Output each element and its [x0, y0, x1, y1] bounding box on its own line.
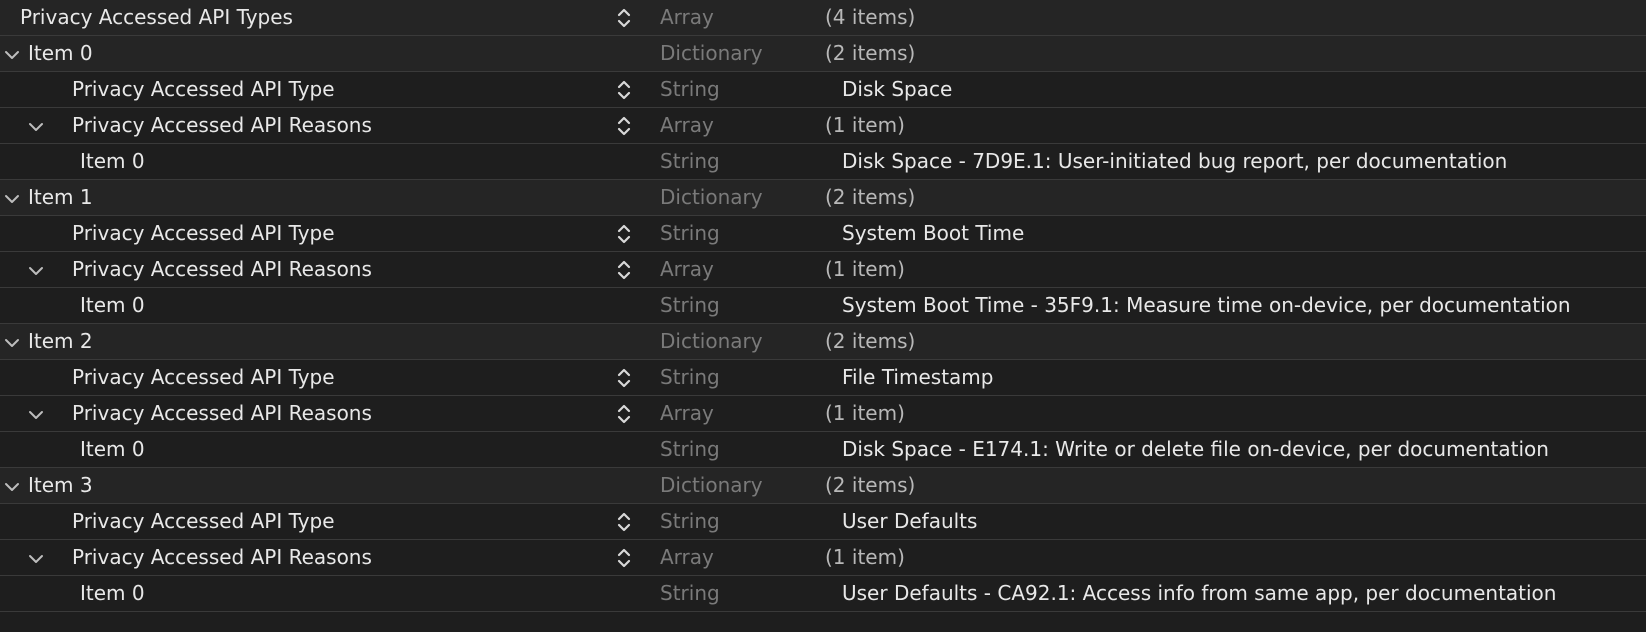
- row-key: Privacy Accessed API Types: [20, 5, 293, 29]
- row-key: Item 0: [28, 41, 93, 65]
- plist-row-api-type[interactable]: Privacy Accessed API Type String Disk Sp…: [0, 72, 1646, 108]
- type-stepper-icon[interactable]: [614, 78, 634, 102]
- row-value: (2 items): [825, 473, 916, 497]
- row-value: (4 items): [825, 5, 916, 29]
- row-key: Privacy Accessed API Type: [72, 365, 335, 389]
- plist-row-root[interactable]: Privacy Accessed API Types Array (4 item…: [0, 0, 1646, 36]
- type-stepper-icon[interactable]: [614, 258, 634, 282]
- chevron-down-icon[interactable]: [28, 551, 44, 567]
- plist-row-reason-item[interactable]: Item 0 String System Boot Time - 35F9.1:…: [0, 288, 1646, 324]
- row-key: Item 3: [28, 473, 93, 497]
- row-key: Item 0: [80, 293, 145, 317]
- row-type[interactable]: Array: [660, 252, 714, 287]
- row-value[interactable]: Disk Space - E174.1: Write or delete fil…: [842, 432, 1549, 467]
- row-value: (1 item): [825, 113, 905, 137]
- row-value[interactable]: Disk Space - 7D9E.1: User-initiated bug …: [842, 144, 1507, 179]
- chevron-down-icon[interactable]: [4, 335, 20, 351]
- row-key: Item 2: [28, 329, 93, 353]
- row-value: (2 items): [825, 329, 916, 353]
- plist-row-item-2[interactable]: Item 2 Dictionary (2 items): [0, 324, 1646, 360]
- row-type[interactable]: Dictionary: [660, 180, 763, 215]
- row-key: Item 0: [80, 149, 145, 173]
- row-key: Privacy Accessed API Reasons: [72, 257, 372, 281]
- plist-row-api-type[interactable]: Privacy Accessed API Type String File Ti…: [0, 360, 1646, 396]
- chevron-down-icon[interactable]: [28, 263, 44, 279]
- row-type[interactable]: String: [660, 144, 720, 179]
- row-value: (2 items): [825, 41, 916, 65]
- row-type[interactable]: Dictionary: [660, 324, 763, 359]
- plist-row-item-1[interactable]: Item 1 Dictionary (2 items): [0, 180, 1646, 216]
- type-stepper-icon[interactable]: [614, 222, 634, 246]
- type-stepper-icon[interactable]: [614, 546, 634, 570]
- plist-row-reason-item[interactable]: Item 0 String Disk Space - E174.1: Write…: [0, 432, 1646, 468]
- chevron-down-icon[interactable]: [4, 47, 20, 63]
- row-value[interactable]: User Defaults: [842, 504, 977, 539]
- chevron-down-icon[interactable]: [28, 119, 44, 135]
- plist-row-reason-item[interactable]: Item 0 String User Defaults - CA92.1: Ac…: [0, 576, 1646, 612]
- plist-row-api-reasons[interactable]: Privacy Accessed API Reasons Array (1 it…: [0, 108, 1646, 144]
- row-type[interactable]: String: [660, 360, 720, 395]
- row-type[interactable]: String: [660, 576, 720, 611]
- row-value: (2 items): [825, 185, 916, 209]
- row-value: (1 item): [825, 257, 905, 281]
- row-key: Item 0: [80, 437, 145, 461]
- type-stepper-icon[interactable]: [614, 6, 634, 30]
- row-type[interactable]: String: [660, 288, 720, 323]
- plist-row-api-type[interactable]: Privacy Accessed API Type String User De…: [0, 504, 1646, 540]
- row-type[interactable]: Array: [660, 396, 714, 431]
- row-value: (1 item): [825, 545, 905, 569]
- row-type[interactable]: String: [660, 432, 720, 467]
- row-value[interactable]: File Timestamp: [842, 360, 993, 395]
- row-key: Privacy Accessed API Reasons: [72, 401, 372, 425]
- row-key: Privacy Accessed API Type: [72, 509, 335, 533]
- type-stepper-icon[interactable]: [614, 114, 634, 138]
- row-value[interactable]: User Defaults - CA92.1: Access info from…: [842, 576, 1556, 611]
- plist-editor: Privacy Accessed API Types Array (4 item…: [0, 0, 1646, 632]
- chevron-down-icon[interactable]: [4, 479, 20, 495]
- type-stepper-icon[interactable]: [614, 402, 634, 426]
- plist-row-item-3[interactable]: Item 3 Dictionary (2 items): [0, 468, 1646, 504]
- chevron-down-icon[interactable]: [28, 407, 44, 423]
- type-stepper-icon[interactable]: [614, 510, 634, 534]
- row-type[interactable]: Dictionary: [660, 36, 763, 71]
- row-key: Item 0: [80, 581, 145, 605]
- row-type[interactable]: Array: [660, 540, 714, 575]
- row-type[interactable]: String: [660, 504, 720, 539]
- plist-row-api-reasons[interactable]: Privacy Accessed API Reasons Array (1 it…: [0, 540, 1646, 576]
- plist-row-api-reasons[interactable]: Privacy Accessed API Reasons Array (1 it…: [0, 396, 1646, 432]
- row-type[interactable]: String: [660, 216, 720, 251]
- row-type[interactable]: Array: [660, 108, 714, 143]
- row-key: Privacy Accessed API Type: [72, 77, 335, 101]
- plist-row-api-type[interactable]: Privacy Accessed API Type String System …: [0, 216, 1646, 252]
- row-key: Privacy Accessed API Reasons: [72, 113, 372, 137]
- plist-row-item-0[interactable]: Item 0 Dictionary (2 items): [0, 36, 1646, 72]
- row-value: (1 item): [825, 401, 905, 425]
- chevron-down-icon[interactable]: [4, 191, 20, 207]
- row-type[interactable]: String: [660, 72, 720, 107]
- row-type[interactable]: Dictionary: [660, 468, 763, 503]
- row-value[interactable]: System Boot Time: [842, 216, 1024, 251]
- type-stepper-icon[interactable]: [614, 366, 634, 390]
- row-key: Privacy Accessed API Reasons: [72, 545, 372, 569]
- row-key: Privacy Accessed API Type: [72, 221, 335, 245]
- row-key: Item 1: [28, 185, 93, 209]
- row-type[interactable]: Array: [660, 0, 714, 35]
- row-value[interactable]: Disk Space: [842, 72, 952, 107]
- plist-row-reason-item[interactable]: Item 0 String Disk Space - 7D9E.1: User-…: [0, 144, 1646, 180]
- plist-row-api-reasons[interactable]: Privacy Accessed API Reasons Array (1 it…: [0, 252, 1646, 288]
- row-value[interactable]: System Boot Time - 35F9.1: Measure time …: [842, 288, 1571, 323]
